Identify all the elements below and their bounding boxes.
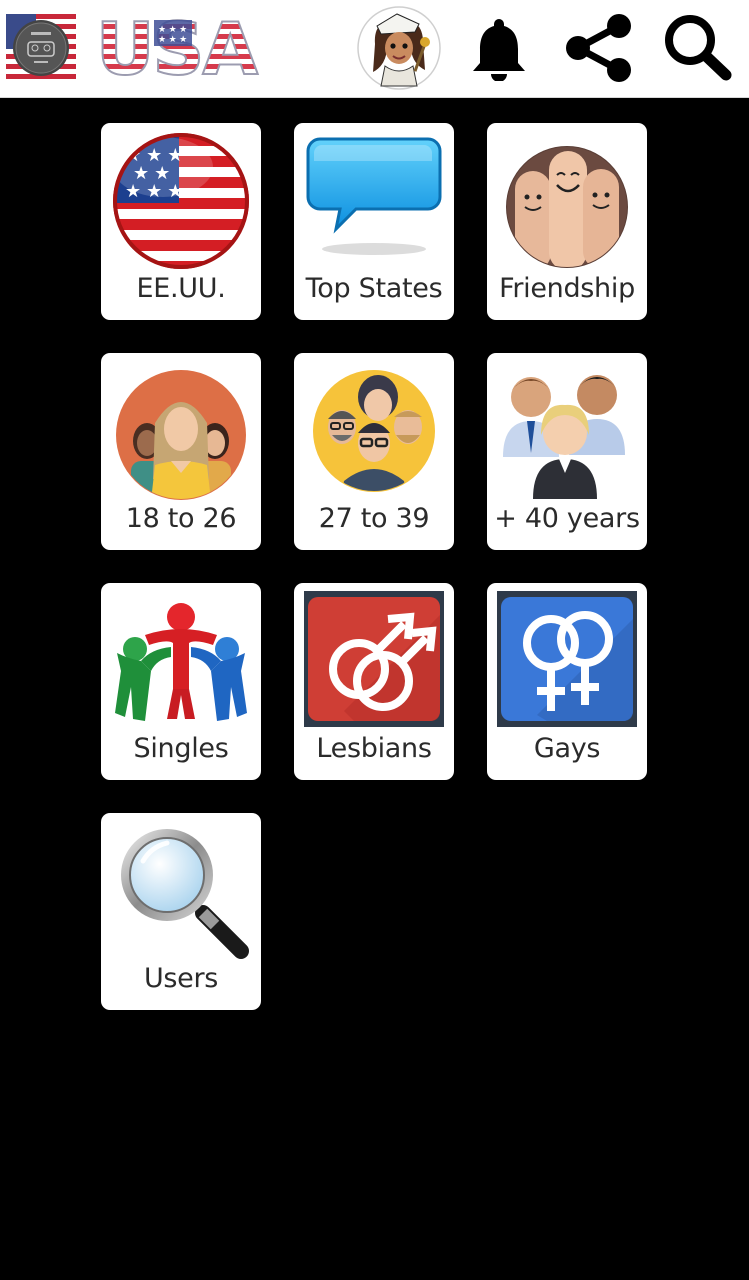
usa-flag-globe-icon: ★ ★ ★ ★ ★ ★ ★ ★ — [113, 133, 249, 269]
tile-lesbians[interactable]: Lesbians — [294, 583, 454, 780]
tile-singles[interactable]: Singles — [101, 583, 261, 780]
category-grid: ★ ★ ★ ★ ★ ★ ★ ★ EE.UU. Top States Friend… — [0, 0, 749, 1280]
tile-27-to-39[interactable]: 27 to 39 — [294, 353, 454, 550]
speech-bubble-icon — [306, 137, 442, 255]
tile-label: + 40 years — [494, 503, 640, 534]
young-group-icon — [116, 370, 246, 500]
tile-label: Top States — [305, 273, 443, 304]
tile-gays[interactable]: Gays — [487, 583, 647, 780]
tile-users[interactable]: Users — [101, 813, 261, 1010]
female-symbols-icon — [497, 591, 637, 727]
tile-40-plus-years[interactable]: + 40 years — [487, 353, 647, 550]
tile-label: Friendship — [499, 273, 635, 304]
tile-label: Users — [143, 963, 219, 994]
tile-top-states[interactable]: Top States — [294, 123, 454, 320]
tile-eeuu[interactable]: ★ ★ ★ ★ ★ ★ ★ ★ EE.UU. — [101, 123, 261, 320]
tile-label: Lesbians — [316, 733, 432, 764]
magnifier-icon — [121, 829, 249, 959]
smiling-fingers-icon — [506, 146, 628, 268]
tile-label: Gays — [533, 733, 601, 764]
tile-label: 27 to 39 — [318, 503, 430, 534]
tile-friendship[interactable]: Friendship — [487, 123, 647, 320]
tile-label: 18 to 26 — [125, 503, 237, 534]
people-circle-icon — [115, 603, 247, 721]
tile-label: Singles — [133, 733, 229, 764]
men-group-icon — [313, 370, 435, 492]
business-people-icon — [503, 375, 625, 499]
tile-18-to-26[interactable]: 18 to 26 — [101, 353, 261, 550]
tile-label: EE.UU. — [136, 273, 226, 304]
male-symbols-icon — [304, 591, 444, 727]
